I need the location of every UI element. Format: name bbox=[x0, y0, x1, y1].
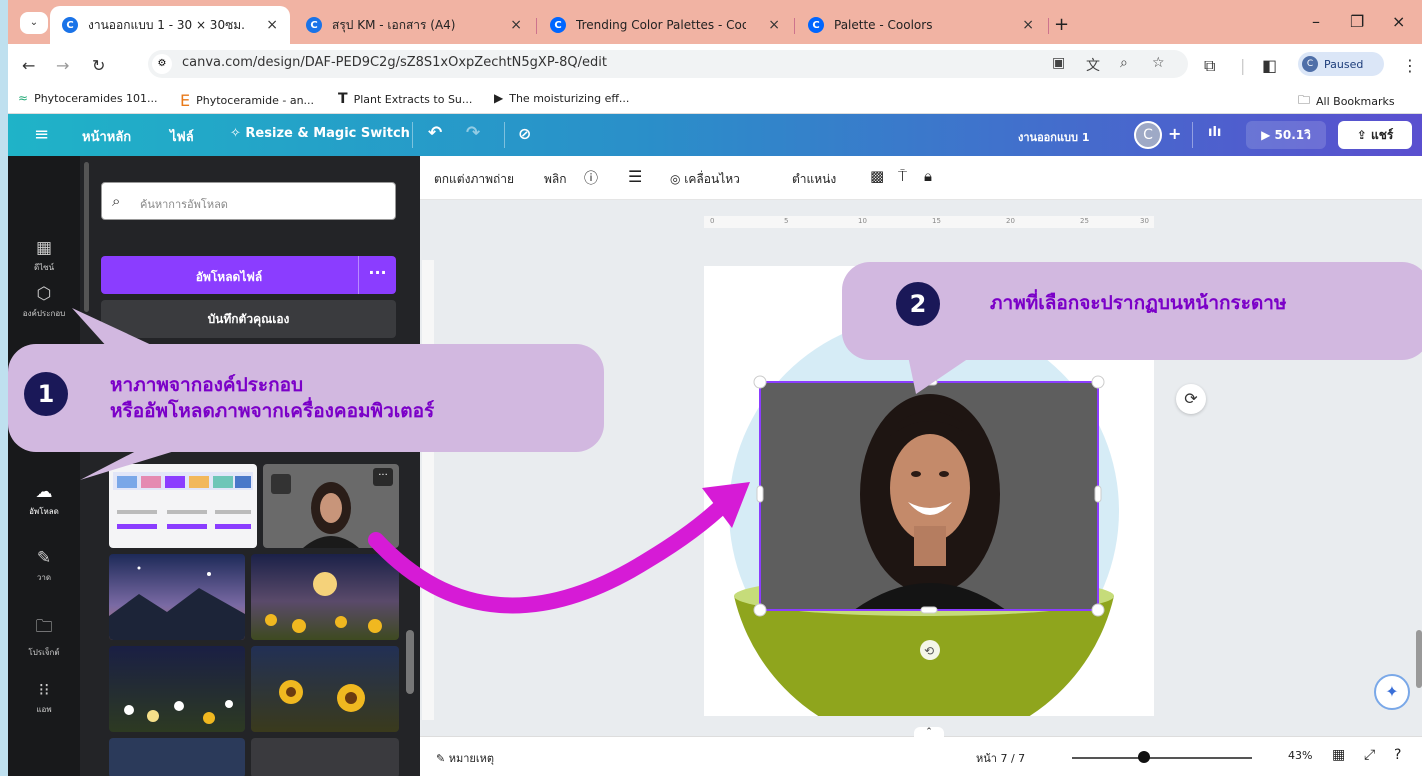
browser-window: ⌄ C งานออกแบบ 1 - 30 × 30ซม. × C สรุป KM… bbox=[8, 0, 1422, 776]
step-1-text: หาภาพจากองค์ประกอบ หรืออัพโหลดภาพจากเครื… bbox=[110, 372, 434, 424]
step-number-badge: 2 bbox=[896, 282, 940, 326]
step-1-line-2: หรืออัพโหลดภาพจากเครื่องคอมพิวเตอร์ bbox=[110, 400, 435, 422]
step-1-line-1: หาภาพจากองค์ประกอบ bbox=[110, 374, 304, 396]
step-number-badge: 1 bbox=[24, 372, 68, 416]
step-2-text: ภาพที่เลือกจะปรากฏบนหน้ากระดาษ bbox=[990, 292, 1287, 314]
callout-step-1: 1 หาภาพจากองค์ประกอบ หรืออัพโหลดภาพจากเค… bbox=[8, 344, 604, 452]
callout-step-2: 2 ภาพที่เลือกจะปรากฏบนหน้ากระดาษ bbox=[842, 262, 1422, 360]
